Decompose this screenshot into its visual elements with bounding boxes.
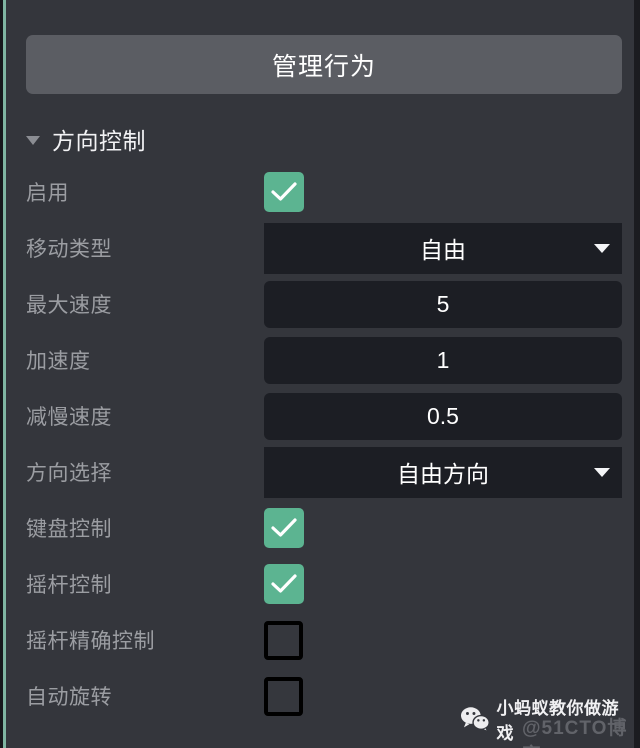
property-control xyxy=(264,612,303,668)
inspector-panel-screen: 管理行为 方向控制 启用 移动类型 自由 最大速度 5 加速度 1 减慢速度 0… xyxy=(0,0,640,748)
chevron-down-icon[interactable] xyxy=(594,468,610,477)
property-row-acceleration: 加速度 1 xyxy=(6,332,634,388)
checkbox-auto-rotate[interactable] xyxy=(264,676,303,716)
chevron-down-icon[interactable] xyxy=(594,244,610,253)
property-row-joystick-control: 摇杆控制 xyxy=(6,556,634,612)
property-row-enable: 启用 xyxy=(6,164,634,220)
property-control: 1 xyxy=(264,332,622,388)
property-label: 启用 xyxy=(26,182,69,205)
property-label: 加速度 xyxy=(26,350,91,373)
property-control xyxy=(264,668,303,724)
input-acceleration[interactable]: 1 xyxy=(264,336,622,384)
manage-behaviors-button[interactable]: 管理行为 xyxy=(26,35,622,94)
property-control: 0.5 xyxy=(264,388,622,444)
right-edge xyxy=(634,0,640,748)
property-label: 摇杆控制 xyxy=(26,574,112,597)
check-icon xyxy=(271,574,297,593)
section-title: 方向控制 xyxy=(52,128,146,154)
property-label: 移动类型 xyxy=(26,238,112,261)
dropdown-value: 自由方向 xyxy=(397,461,489,487)
property-control: 5 xyxy=(264,276,622,332)
property-row-direction-select: 方向选择 自由方向 xyxy=(6,444,634,500)
checkbox-joystick-precise-control[interactable] xyxy=(264,620,303,660)
input-deceleration[interactable]: 0.5 xyxy=(264,392,622,440)
dropdown-direction-select[interactable]: 自由方向 xyxy=(264,446,622,498)
property-label: 摇杆精确控制 xyxy=(26,630,155,653)
wechat-icon xyxy=(460,707,490,732)
triangle-down-icon[interactable] xyxy=(26,135,40,145)
checkbox-joystick-control[interactable] xyxy=(264,564,304,604)
checkbox-enable[interactable] xyxy=(264,172,304,212)
property-control xyxy=(264,164,304,220)
section-header-direction-control[interactable]: 方向控制 xyxy=(26,122,146,156)
property-label: 减慢速度 xyxy=(26,406,112,429)
property-label: 键盘控制 xyxy=(26,518,112,541)
property-label: 自动旋转 xyxy=(26,686,112,709)
property-label: 最大速度 xyxy=(26,294,112,317)
property-row-max-speed: 最大速度 5 xyxy=(6,276,634,332)
property-label: 方向选择 xyxy=(26,462,112,485)
check-icon xyxy=(271,518,297,537)
property-control: 自由 xyxy=(264,220,622,276)
property-control xyxy=(264,556,304,612)
dropdown-move-type[interactable]: 自由 xyxy=(264,222,622,274)
check-icon xyxy=(271,182,297,201)
dropdown-value: 自由 xyxy=(420,237,466,263)
property-control xyxy=(264,500,304,556)
input-max-speed[interactable]: 5 xyxy=(264,280,622,328)
site-watermark: @51CTO博客 xyxy=(522,718,628,748)
property-row-joystick-precise-control: 摇杆精确控制 xyxy=(6,612,634,668)
property-row-move-type: 移动类型 自由 xyxy=(6,220,634,276)
property-control: 自由方向 xyxy=(264,444,622,500)
property-row-deceleration: 减慢速度 0.5 xyxy=(6,388,634,444)
checkbox-keyboard-control[interactable] xyxy=(264,508,304,548)
property-row-keyboard-control: 键盘控制 xyxy=(6,500,634,556)
properties-panel: 管理行为 方向控制 启用 移动类型 自由 最大速度 5 加速度 1 减慢速度 0… xyxy=(6,0,634,748)
